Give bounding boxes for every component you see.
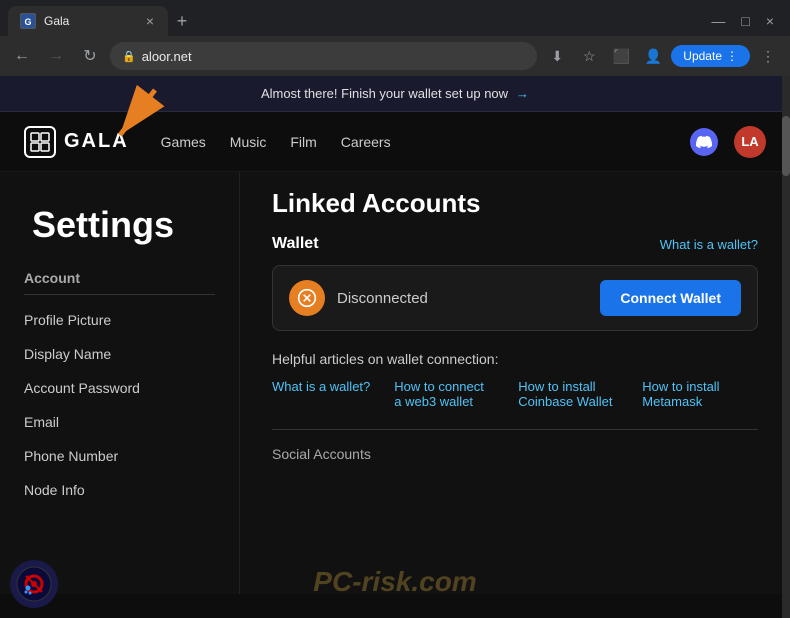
update-menu-icon: ⋮ <box>726 49 738 63</box>
address-text: aloor.net <box>142 49 192 64</box>
wallet-status: Disconnected <box>337 290 428 307</box>
window-controls: — □ × <box>707 13 782 29</box>
back-icon: ← <box>14 47 30 65</box>
main-content: Settings Account Profile Picture Display… <box>0 172 790 594</box>
lock-icon: 🔒 <box>122 50 136 63</box>
tab-favicon: G <box>20 13 36 29</box>
forward-icon: → <box>48 47 64 65</box>
svg-text:G: G <box>24 17 31 27</box>
wallet-disconnected-icon <box>289 280 325 316</box>
refresh-button[interactable]: ↻ <box>76 42 104 70</box>
user-avatar[interactable]: LA <box>734 126 766 158</box>
tab-bar: G Gala × + — □ × <box>0 0 790 36</box>
banner-arrow-icon: → <box>516 86 529 101</box>
nav-film[interactable]: Film <box>290 134 316 150</box>
nav-careers[interactable]: Careers <box>341 134 391 150</box>
connect-wallet-button[interactable]: Connect Wallet <box>600 280 741 316</box>
update-button[interactable]: Update ⋮ <box>671 45 750 67</box>
tab-close-button[interactable]: × <box>144 11 156 31</box>
refresh-icon: ↻ <box>83 46 96 66</box>
toolbar-right: ⬇ ☆ ⬛ 👤 Update ⋮ ⋮ <box>543 42 782 70</box>
discord-icon[interactable] <box>690 128 718 156</box>
new-tab-button[interactable]: + <box>168 7 196 35</box>
close-window-button[interactable]: × <box>762 13 778 29</box>
linked-accounts-title: Linked Accounts <box>272 188 758 219</box>
wallet-left: Disconnected <box>289 280 428 316</box>
download-icon[interactable]: ⬇ <box>543 42 571 70</box>
scrollbar-thumb[interactable] <box>782 116 790 176</box>
bookmark-icon[interactable]: ☆ <box>575 42 603 70</box>
helpful-link-connect-web3[interactable]: How to connect a web3 wallet <box>394 379 494 409</box>
helpful-link-metamask[interactable]: How to install Metamask <box>642 379 742 409</box>
helpful-link-coinbase[interactable]: How to install Coinbase Wallet <box>518 379 618 409</box>
browser-window: G Gala × + — □ × ← → ↻ 🔒 aloor.net ⬇ <box>0 0 790 618</box>
sidebar-item-phone-number[interactable]: Phone Number <box>16 439 223 473</box>
sidebar-item-node-info[interactable]: Node Info <box>16 473 223 507</box>
helpful-label: Helpful articles on wallet connection: <box>272 351 758 367</box>
pc-risk-circle-icon <box>10 560 58 608</box>
wallet-card: Disconnected Connect Wallet <box>272 265 758 331</box>
more-options-icon[interactable]: ⋮ <box>754 42 782 70</box>
browser-scrollbar[interactable] <box>782 76 790 618</box>
settings-page-title: Settings <box>32 204 207 246</box>
gala-logo-icon <box>30 132 50 152</box>
what-is-wallet-link[interactable]: What is a wallet? <box>660 237 758 252</box>
address-bar[interactable]: 🔒 aloor.net <box>110 42 537 70</box>
nav-right: LA <box>690 126 766 158</box>
wallet-row: Wallet What is a wallet? <box>272 235 758 253</box>
forward-button[interactable]: → <box>42 42 70 70</box>
minimize-button[interactable]: — <box>707 13 729 29</box>
settings-header: Settings <box>0 172 239 262</box>
nav-links: Games Music Film Careers <box>161 134 391 150</box>
back-button[interactable]: ← <box>8 42 36 70</box>
nav-music[interactable]: Music <box>230 134 267 150</box>
update-label: Update <box>683 49 722 63</box>
wallet-label: Wallet <box>272 235 319 253</box>
orange-arrow-icon <box>100 80 170 150</box>
sidebar: Account Profile Picture Display Name Acc… <box>0 262 240 507</box>
banner-text: Almost there! Finish your wallet set up … <box>261 86 508 101</box>
extensions-icon[interactable]: ⬛ <box>607 42 635 70</box>
profile-icon[interactable]: 👤 <box>639 42 667 70</box>
sidebar-item-email[interactable]: Email <box>16 405 223 439</box>
helpful-link-what-is-wallet[interactable]: What is a wallet? <box>272 379 370 409</box>
sidebar-item-account-password[interactable]: Account Password <box>16 371 223 405</box>
website-content: Almost there! Finish your wallet set up … <box>0 76 790 618</box>
sidebar-item-profile-picture[interactable]: Profile Picture <box>16 303 223 337</box>
sidebar-item-display-name[interactable]: Display Name <box>16 337 223 371</box>
arrow-annotation <box>100 80 170 155</box>
maximize-button[interactable]: □ <box>737 13 753 29</box>
sidebar-section-account: Account <box>16 262 223 290</box>
address-bar-row: ← → ↻ 🔒 aloor.net ⬇ ☆ ⬛ 👤 Update ⋮ ⋮ <box>0 36 790 76</box>
helpful-links: What is a wallet? How to connect a web3 … <box>272 379 758 409</box>
active-tab[interactable]: G Gala × <box>8 6 168 36</box>
sidebar-divider <box>24 294 215 295</box>
logo-icon <box>24 126 56 158</box>
pc-risk-logo <box>10 560 58 608</box>
social-accounts-label: Social Accounts <box>272 446 758 462</box>
right-panel: Linked Accounts Wallet What is a wallet? <box>240 172 790 594</box>
tab-title: Gala <box>44 14 136 28</box>
